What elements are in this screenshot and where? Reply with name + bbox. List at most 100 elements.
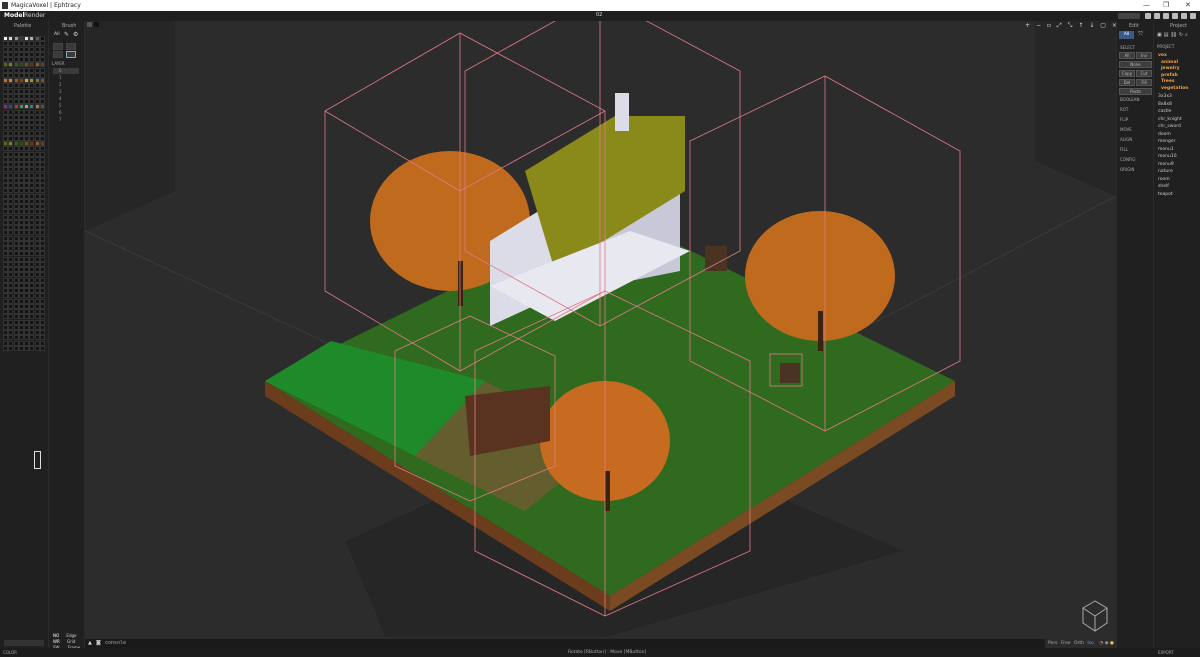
up-icon[interactable]: ↑ (1078, 22, 1083, 29)
palette-cell[interactable] (3, 88, 8, 94)
project-file[interactable]: 3x3x3 (1158, 94, 1172, 99)
palette-cell[interactable] (8, 267, 14, 272)
palette-cell[interactable] (24, 345, 29, 351)
palette-cell[interactable] (3, 277, 8, 283)
palette-cell[interactable] (34, 41, 40, 47)
palette-cell[interactable] (24, 246, 29, 251)
palette-cell[interactable] (39, 204, 45, 209)
palette-cell[interactable] (13, 324, 19, 330)
palette-cell[interactable] (29, 219, 35, 225)
palette-cell[interactable] (39, 209, 45, 215)
palette-cell[interactable] (3, 193, 8, 199)
palette-cell[interactable] (3, 146, 8, 152)
project-folder[interactable]: vox (1158, 53, 1167, 58)
paint-brush-button[interactable] (53, 51, 63, 58)
palette-cell[interactable] (29, 267, 35, 272)
palette-cell[interactable] (34, 156, 40, 162)
palette-cell[interactable] (13, 340, 19, 346)
project-folder[interactable]: animal (1161, 60, 1178, 65)
palette-cell[interactable] (8, 277, 14, 283)
palette-cell[interactable] (39, 67, 45, 73)
palette-cell[interactable] (24, 314, 29, 320)
palette-cell[interactable] (13, 88, 19, 94)
palette-cell[interactable] (39, 88, 45, 94)
add-icon[interactable]: + (1025, 22, 1030, 29)
palette-cell[interactable] (8, 251, 14, 257)
palette-cell[interactable] (3, 246, 8, 251)
palette-cell[interactable] (3, 293, 8, 299)
palette-cell[interactable] (13, 267, 19, 272)
palette-cell[interactable] (18, 282, 24, 288)
palette-cell[interactable] (24, 109, 29, 115)
palette-cell[interactable] (13, 120, 19, 125)
palette-cell[interactable] (39, 162, 45, 167)
toggle-grid[interactable]: Grid (67, 639, 75, 644)
palette-cell[interactable] (18, 293, 24, 299)
palette-cell[interactable] (18, 51, 24, 57)
palette-cell[interactable] (34, 225, 40, 230)
palette-cell[interactable] (24, 230, 29, 236)
palette-cell[interactable] (24, 272, 29, 278)
palette-cell[interactable] (3, 235, 8, 241)
palette-cell[interactable] (18, 298, 24, 304)
palette-cell[interactable] (8, 314, 14, 320)
palette-cell[interactable] (24, 57, 29, 62)
palette-cell[interactable] (34, 141, 40, 146)
palette-cell[interactable] (18, 214, 24, 220)
palette-cell[interactable] (34, 319, 40, 325)
palette-cell[interactable] (24, 146, 29, 152)
palette-cell[interactable] (13, 335, 19, 341)
palette-cell[interactable] (34, 51, 40, 57)
palette-cell[interactable] (13, 57, 19, 62)
palette-cell[interactable] (8, 41, 14, 47)
palette-cell[interactable] (8, 162, 14, 167)
console-input[interactable]: console (105, 640, 126, 646)
palette-cell[interactable] (13, 256, 19, 262)
palette-cell[interactable] (39, 135, 45, 141)
project-file[interactable]: castle (1158, 109, 1171, 114)
palette-cell[interactable] (8, 88, 14, 94)
palette-cell[interactable] (29, 62, 35, 68)
palette-cell[interactable] (24, 330, 29, 335)
palette-cell[interactable] (18, 135, 24, 141)
palette-cell[interactable] (3, 345, 8, 351)
palette-cell[interactable] (39, 167, 45, 173)
palette-cell[interactable] (24, 335, 29, 341)
palette-cell[interactable] (13, 204, 19, 209)
palette-cell[interactable] (18, 167, 24, 173)
edit-none-button[interactable]: None (1119, 61, 1152, 68)
palette-cell[interactable] (18, 183, 24, 188)
palette-cell[interactable] (39, 219, 45, 225)
palette-cell[interactable] (13, 319, 19, 325)
project-file[interactable]: room (1158, 177, 1170, 182)
palette-cell[interactable] (18, 78, 24, 83)
palette-cell[interactable] (13, 225, 19, 230)
palette-cell[interactable] (34, 120, 40, 125)
palette-cell[interactable] (3, 141, 8, 146)
palette-cell[interactable] (29, 204, 35, 209)
palette-cell[interactable] (39, 288, 45, 293)
palette-cell[interactable] (39, 125, 45, 131)
palette-cell[interactable] (18, 219, 24, 225)
cam-pers[interactable]: Pers (1048, 641, 1058, 646)
palette-cell[interactable] (39, 104, 45, 110)
palette-cell[interactable] (29, 67, 35, 73)
project-file[interactable]: monu10 (1158, 154, 1177, 159)
link-icon[interactable]: ⛓ (1170, 32, 1178, 38)
palette-cell[interactable] (18, 151, 24, 157)
palette-cell[interactable] (29, 36, 35, 41)
palette-cell[interactable] (24, 135, 29, 141)
palette-cell[interactable] (13, 62, 19, 68)
layer-row[interactable]: 6 (53, 110, 79, 116)
palette-cell[interactable] (39, 146, 45, 152)
palette-cell[interactable] (8, 225, 14, 230)
palette-cell[interactable] (8, 72, 14, 78)
palette-cell[interactable] (34, 303, 40, 309)
resize-icon[interactable]: ⤢ (1057, 22, 1062, 29)
palette-cell[interactable] (13, 314, 19, 320)
palette-cell[interactable] (24, 298, 29, 304)
palette-cell[interactable] (13, 130, 19, 136)
palette-cell[interactable] (3, 125, 8, 131)
palette-cell[interactable] (34, 282, 40, 288)
palette-cell[interactable] (13, 83, 19, 89)
